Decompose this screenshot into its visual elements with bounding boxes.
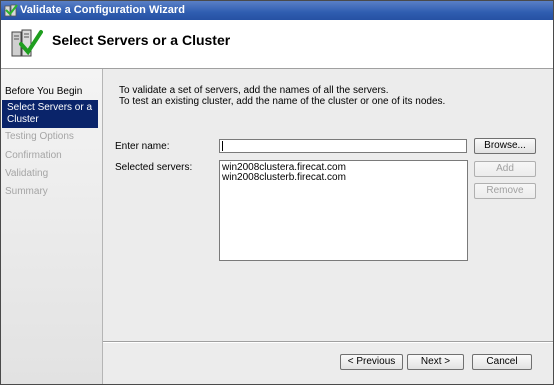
- selected-servers-label: Selected servers:: [115, 162, 193, 173]
- page-title: Select Servers or a Cluster: [52, 32, 231, 48]
- enter-name-input[interactable]: [219, 139, 467, 153]
- add-button[interactable]: Add: [474, 161, 536, 177]
- wizard-content: To validate a set of servers, add the na…: [103, 69, 553, 384]
- enter-name-label: Enter name:: [115, 141, 170, 152]
- previous-button[interactable]: < Previous: [340, 354, 403, 370]
- step-testing-options: Testing Options: [5, 131, 74, 142]
- next-button[interactable]: Next >: [407, 354, 464, 370]
- list-item[interactable]: win2008clusterb.firecat.com: [222, 173, 346, 183]
- step-select-servers[interactable]: Select Servers or a Cluster: [2, 100, 98, 128]
- remove-button[interactable]: Remove: [474, 183, 536, 199]
- wizard-window: Validate a Configuration Wizard Select S…: [0, 0, 554, 385]
- intro-text: To validate a set of servers, add the na…: [119, 85, 445, 107]
- title-bar[interactable]: Validate a Configuration Wizard: [1, 1, 553, 20]
- intro-line-2: To test an existing cluster, add the nam…: [119, 96, 446, 107]
- text-caret: [222, 141, 223, 151]
- step-confirmation: Confirmation: [5, 150, 62, 161]
- window-title: Validate a Configuration Wizard: [20, 4, 185, 16]
- wizard-steps-sidebar: Before You Begin Select Servers or a Clu…: [1, 69, 103, 384]
- servers-check-icon: [11, 29, 43, 57]
- selected-servers-list[interactable]: win2008clustera.firecat.com win2008clust…: [219, 160, 468, 261]
- footer-divider: [103, 341, 553, 343]
- wizard-header: Select Servers or a Cluster: [1, 20, 553, 69]
- browse-button[interactable]: Browse...: [474, 138, 536, 154]
- cluster-check-icon: [4, 4, 18, 17]
- intro-line-1: To validate a set of servers, add the na…: [119, 85, 389, 96]
- step-summary: Summary: [5, 186, 48, 197]
- step-before-you-begin[interactable]: Before You Begin: [5, 86, 100, 98]
- cancel-button[interactable]: Cancel: [472, 354, 532, 370]
- step-validating: Validating: [5, 168, 49, 179]
